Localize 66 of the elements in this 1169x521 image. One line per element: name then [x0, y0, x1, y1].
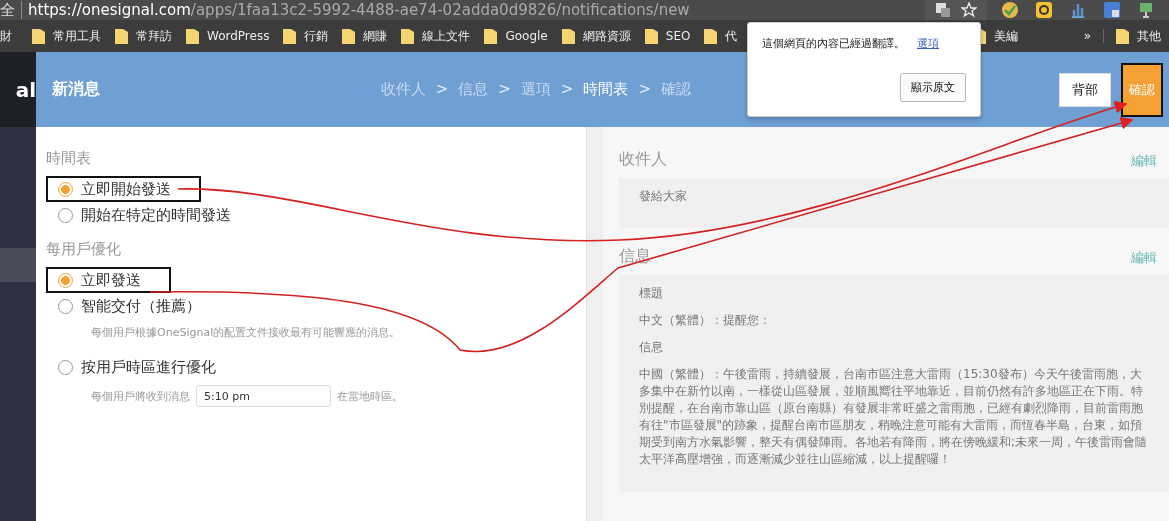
- options-link[interactable]: 選項: [917, 37, 939, 51]
- summary-text: 中文（繁體）：提醒您：: [639, 312, 772, 329]
- option-description: 在當地時區。: [337, 388, 403, 404]
- summary-text: 發給大家: [639, 188, 688, 205]
- extension-icon[interactable]: [1001, 1, 1019, 19]
- option-description: 每個用戶將收到消息: [91, 388, 190, 404]
- option-label: 開始在特定的時間發送: [81, 205, 231, 225]
- summary-text: 中國（繁體）：午後雷雨，持續發展，台南市區注意大雷雨（15:30發布）今天午後雷雨胞，大多集中在新竹以南，一樣從山區發展，並順風嚮往平地靠近，目前仍然有許多地區正在下雨。特別提醒，在台南市靠山區（原台南縣）有發展非常旺盛之雷雨胞，已經有劇烈降雨，目前雷雨胞有往"市區發展"的跡象，提醒台南市區朋友，稍晚注意可能有大雷雨，而恆春半島，台東，如預期受到南方水氣影響，整天有偶發陣雨。各地若有降雨，將在傍晚緩和;未來一周，午後雷雨會隨太平洋高壓增強，而逐漸減少並往山區縮減，以上提醒囉！: [639, 366, 1149, 468]
- show-original-button[interactable]: 顯示原文: [900, 73, 966, 102]
- folder-icon[interactable]: [401, 28, 415, 44]
- option-label: 智能交付（推薦）: [81, 296, 201, 316]
- radio-button[interactable]: [58, 272, 73, 288]
- section-title: 每用戶優化: [46, 240, 122, 259]
- radio-button[interactable]: [58, 298, 73, 314]
- option-label: 立即開始發送: [81, 179, 171, 199]
- folder-icon[interactable]: [32, 28, 45, 44]
- bookmark-label[interactable]: 網路資源: [582, 27, 631, 45]
- bookmark-label[interactable]: 常拜訪: [136, 27, 172, 45]
- breadcrumb-separator: >: [435, 80, 449, 99]
- breadcrumb-separator: >: [560, 80, 574, 99]
- bookmark-label[interactable]: 網賺: [363, 27, 388, 45]
- page-title: 新消息: [52, 79, 100, 100]
- option-description: 每個用戶根據OneSignal的配置文件接收最有可能響應的消息。: [90, 325, 402, 341]
- breadcrumb-separator: >: [498, 80, 511, 99]
- star-icon[interactable]: [961, 2, 977, 18]
- radio-button[interactable]: [58, 181, 73, 197]
- popup-message: 這個網頁的內容已經過翻譯。: [762, 37, 905, 51]
- bookmark-label[interactable]: 代: [725, 27, 738, 45]
- folder-icon[interactable]: [283, 28, 297, 44]
- time-field[interactable]: 5:10 pm: [196, 385, 331, 407]
- option-label: 按用戶時區進行優化: [81, 357, 216, 377]
- bookmark-label[interactable]: 行銷: [304, 27, 329, 45]
- summary-text: 標題: [639, 285, 664, 302]
- url-field[interactable]: https://onesignal.com/apps/1faa13c2-5992-4488-ae74-02adda0d9826/notifications/new: [28, 1, 925, 19]
- radio-button[interactable]: [58, 359, 73, 375]
- folder-icon[interactable]: [1116, 28, 1129, 44]
- section-title: 信息: [619, 246, 651, 267]
- folder-icon[interactable]: [704, 28, 718, 44]
- scrollbar[interactable]: [586, 127, 603, 521]
- folder-icon[interactable]: [342, 28, 356, 44]
- folder-icon[interactable]: [484, 28, 498, 44]
- folder-icon[interactable]: [115, 28, 128, 44]
- bookmark-label[interactable]: 常用工具: [53, 27, 101, 45]
- bookmark-label[interactable]: 線上文件: [422, 27, 471, 45]
- section-title: 時間表: [46, 149, 92, 168]
- back-button[interactable]: 背部: [1059, 72, 1111, 107]
- radio-button[interactable]: [58, 207, 73, 223]
- breadcrumb-separator: >: [638, 80, 651, 99]
- section-title: 收件人: [619, 149, 667, 170]
- bookmark-label[interactable]: 財: [0, 27, 12, 45]
- bookmark-label[interactable]: SEO: [665, 29, 691, 43]
- extension-icon[interactable]: [1035, 1, 1053, 19]
- bookmark-label[interactable]: 其他: [1137, 27, 1161, 45]
- monitor-extension-icon[interactable]: [1137, 1, 1155, 19]
- option-label: 立即發送: [81, 270, 141, 290]
- bookmark-label[interactable]: Google: [505, 29, 548, 43]
- more-bookmarks-button[interactable]: »: [1083, 29, 1104, 43]
- logo-text: al: [15, 77, 36, 102]
- folder-icon[interactable]: [561, 28, 575, 44]
- bookmark-label[interactable]: WordPress: [207, 29, 270, 43]
- chart-extension-icon[interactable]: [1069, 1, 1087, 19]
- folder-icon[interactable]: [186, 28, 199, 44]
- folder-icon[interactable]: [644, 28, 658, 44]
- bookmark-label[interactable]: 美編: [993, 27, 1018, 45]
- summary-text: 信息: [639, 339, 664, 356]
- security-label: 全: [0, 1, 22, 19]
